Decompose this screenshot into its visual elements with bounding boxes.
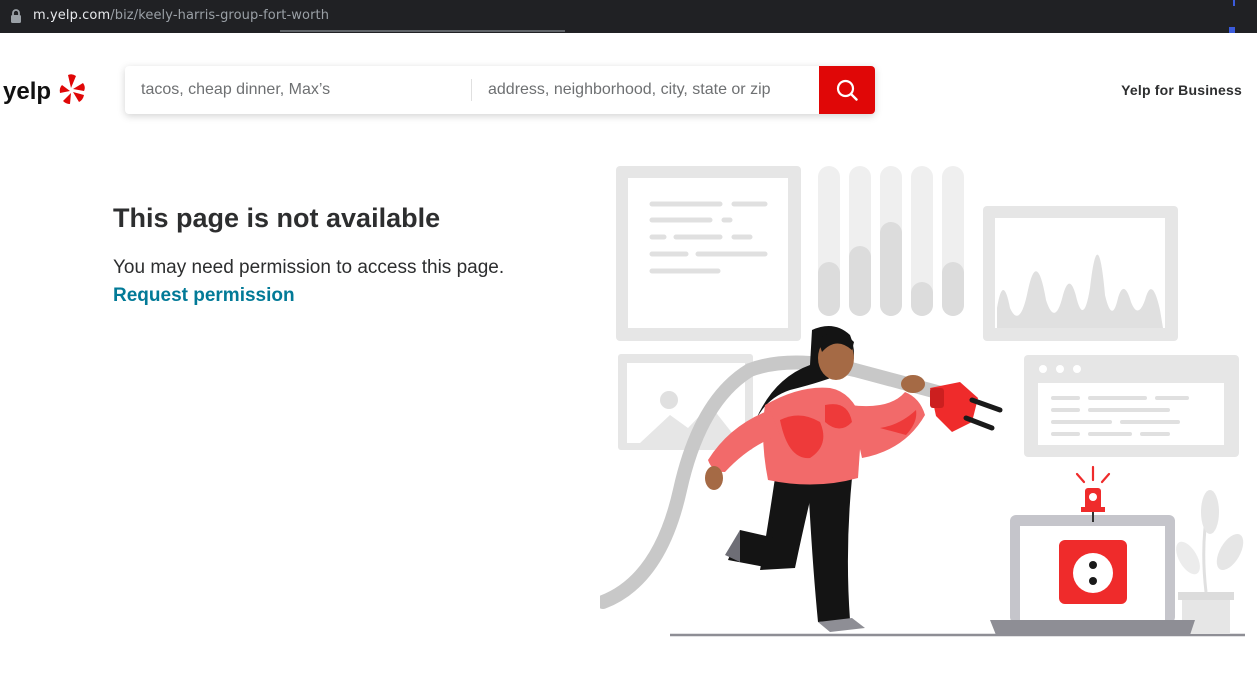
bar-columns xyxy=(818,166,964,316)
permission-message: You may need permission to access this p… xyxy=(113,257,505,278)
page-title: This page is not available xyxy=(113,203,441,233)
wave-chart-card xyxy=(983,206,1178,341)
location-input[interactable] xyxy=(488,66,808,114)
red-plug-icon xyxy=(930,382,1003,432)
laptop-icon xyxy=(990,515,1195,635)
document-card xyxy=(616,166,801,341)
search-icon xyxy=(836,79,858,101)
search-bar xyxy=(125,66,875,114)
browser-window-card xyxy=(1024,355,1239,457)
yelp-logo[interactable]: yelp xyxy=(3,74,87,108)
yelp-for-business-link[interactable]: Yelp for Business xyxy=(1121,82,1242,98)
search-button[interactable] xyxy=(819,66,875,114)
browser-url-bar[interactable]: m.yelp.com/biz/keely-harris-group-fort-w… xyxy=(0,0,1257,33)
request-permission-link[interactable]: Request permission xyxy=(113,285,295,307)
url-host: m.yelp.com xyxy=(33,8,111,23)
plant-icon xyxy=(1176,490,1244,634)
window-accent-mark xyxy=(1233,0,1235,6)
lock-icon xyxy=(11,9,21,23)
svg-text:yelp: yelp xyxy=(3,78,51,105)
search-divider xyxy=(471,79,472,101)
page-load-progress xyxy=(280,30,565,32)
unplugged-illustration xyxy=(600,166,1245,637)
window-corner-mark xyxy=(1229,27,1235,33)
alarm-light-icon xyxy=(1075,465,1111,522)
find-input[interactable] xyxy=(141,66,461,114)
url-text[interactable]: m.yelp.com/biz/keely-harris-group-fort-w… xyxy=(33,8,329,23)
url-path: /biz/keely-harris-group-fort-worth xyxy=(110,8,330,23)
